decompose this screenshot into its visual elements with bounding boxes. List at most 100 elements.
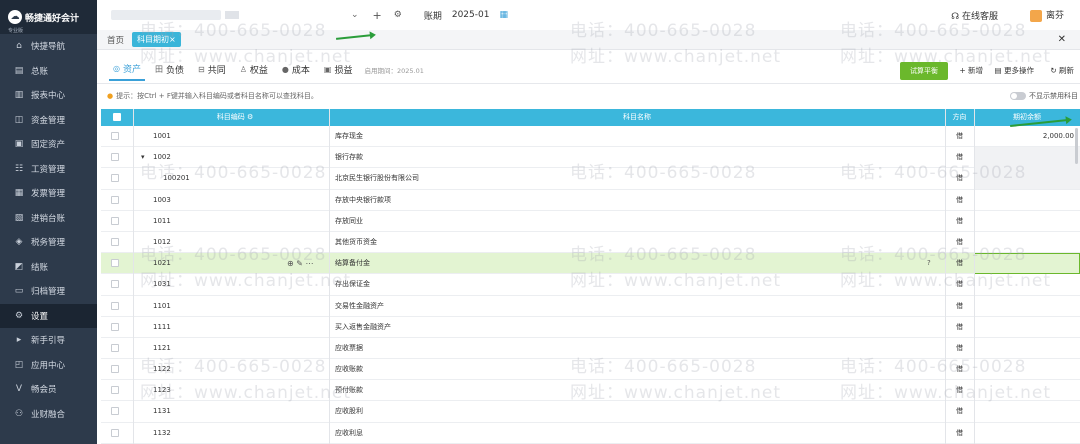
row-checkbox[interactable]: [111, 401, 123, 422]
row-checkbox[interactable]: [111, 380, 123, 401]
row-checkbox[interactable]: [111, 296, 123, 317]
opening-balance[interactable]: [974, 338, 1074, 359]
opening-balance[interactable]: [974, 423, 1074, 444]
row-checkbox[interactable]: [111, 317, 123, 338]
checkbox[interactable]: [111, 365, 119, 374]
tab-type-3[interactable]: ♙ 权益: [236, 59, 272, 80]
vertical-scrollbar[interactable]: [1075, 128, 1078, 164]
opening-balance[interactable]: [974, 380, 1074, 401]
checkbox[interactable]: [111, 259, 119, 268]
checkbox[interactable]: [111, 428, 119, 437]
select-all-checkbox[interactable]: [111, 109, 123, 126]
row-checkbox[interactable]: [111, 423, 123, 444]
table-row[interactable]: 1101 交易性金融资产 借: [101, 296, 1080, 317]
opening-balance[interactable]: [974, 274, 1074, 295]
opening-balance[interactable]: [974, 359, 1074, 380]
table-row[interactable]: 1012 其他货币资金 借: [101, 232, 1080, 254]
refresh-button[interactable]: ↻ 刷新: [1050, 65, 1074, 76]
sidebar-item-15[interactable]: ⚇ 业财融合: [0, 402, 97, 427]
row-checkbox[interactable]: [111, 211, 123, 232]
opening-balance[interactable]: [974, 296, 1074, 317]
sidebar-item-10[interactable]: ▭ 归档管理: [0, 279, 97, 304]
checkbox[interactable]: [111, 153, 119, 162]
sidebar-item-12[interactable]: ▸ 新手引导: [0, 328, 97, 353]
table-row[interactable]: 100201 北京民生银行股份有限公司 借: [101, 168, 1080, 190]
checkbox[interactable]: [111, 174, 119, 183]
row-checkbox[interactable]: [111, 126, 123, 147]
table-row[interactable]: 1121 应收票据 借: [101, 338, 1080, 360]
table-row[interactable]: 1123 预付账款 借: [101, 380, 1080, 402]
checkbox[interactable]: [111, 407, 119, 416]
sidebar-item-5[interactable]: ☷ 工资管理: [0, 157, 97, 182]
balance-input[interactable]: [974, 253, 1080, 275]
checkbox[interactable]: [111, 280, 119, 289]
table-row[interactable]: 1011 存放同业 借: [101, 211, 1080, 232]
online-service-button[interactable]: ☊ 在线客服: [951, 9, 998, 22]
checkbox[interactable]: [111, 386, 119, 395]
row-checkbox[interactable]: [111, 359, 123, 380]
table-row[interactable]: ▾ 1002 银行存款 借: [101, 147, 1080, 169]
chevron-down-icon[interactable]: ⌄: [351, 10, 359, 20]
hide-disabled-toggle[interactable]: 不显示禁用科目: [1010, 91, 1078, 101]
row-action-icons[interactable]: ⊕ ✎ ⋯: [287, 253, 327, 274]
sidebar-item-2[interactable]: ▥ 报表中心: [0, 83, 97, 108]
row-checkbox[interactable]: [111, 232, 123, 253]
expand-toggle[interactable]: ▾: [141, 147, 151, 168]
tab-type-5[interactable]: ▣ 损益: [320, 59, 357, 80]
opening-balance[interactable]: [974, 190, 1074, 211]
checkbox[interactable]: [111, 216, 119, 225]
close-all-icon[interactable]: ✕: [1058, 34, 1066, 45]
tab-type-1[interactable]: 田负债: [151, 59, 188, 80]
row-checkbox[interactable]: [111, 168, 123, 189]
row-checkbox[interactable]: [111, 253, 123, 274]
sidebar-item-14[interactable]: V 畅会员: [0, 377, 97, 402]
checkbox[interactable]: [111, 132, 119, 140]
more-actions-button[interactable]: ▤ 更多操作: [995, 65, 1034, 76]
tab-type-0[interactable]: ◎ 资产: [109, 58, 145, 81]
row-checkbox[interactable]: [111, 338, 123, 359]
sidebar-item-1[interactable]: ▤ 总账: [0, 59, 97, 84]
tab-type-2[interactable]: ⊟ 共同: [194, 59, 230, 80]
table-row[interactable]: 1021 ⊕ ✎ ⋯? 结算备付金借: [101, 253, 1080, 275]
calendar-icon[interactable]: ▦: [499, 10, 508, 20]
add-button[interactable]: + 新增: [959, 65, 983, 76]
checkbox[interactable]: [111, 343, 119, 352]
sidebar-item-0[interactable]: ⌂ 快捷导航: [0, 34, 97, 59]
gear-icon[interactable]: ⚙: [247, 113, 253, 121]
sidebar-item-9[interactable]: ◩ 结账: [0, 255, 97, 280]
toggle-switch[interactable]: [1010, 92, 1026, 100]
sidebar-item-13[interactable]: ◰ 应用中心: [0, 353, 97, 378]
row-checkbox[interactable]: [111, 147, 123, 168]
row-checkbox[interactable]: [111, 190, 123, 211]
opening-balance[interactable]: [974, 317, 1074, 338]
tab-home[interactable]: 首页: [107, 34, 124, 46]
period-value[interactable]: 2025-01: [452, 10, 490, 20]
sidebar-item-4[interactable]: ▣ 固定资产: [0, 132, 97, 157]
sidebar-item-6[interactable]: ▦ 发票管理: [0, 181, 97, 206]
opening-balance[interactable]: [974, 232, 1074, 253]
tab-opening-balance[interactable]: 科目期初×: [132, 32, 181, 47]
table-row[interactable]: 1003 存放中央银行款项 借: [101, 190, 1080, 211]
table-row[interactable]: 1031 存出保证金 借: [101, 274, 1080, 296]
sidebar-item-8[interactable]: ◈ 税务管理: [0, 230, 97, 255]
checkbox[interactable]: [111, 301, 119, 310]
company-selector[interactable]: [111, 10, 221, 20]
table-row[interactable]: 1131 应收股利 借: [101, 401, 1080, 423]
add-icon[interactable]: +: [373, 9, 382, 22]
checkbox[interactable]: [111, 195, 119, 204]
sidebar-item-3[interactable]: ◫ 资金管理: [0, 108, 97, 133]
opening-balance[interactable]: [974, 211, 1074, 232]
table-row[interactable]: 1132 应收利息 借: [101, 423, 1080, 444]
opening-balance[interactable]: 2,000.00: [974, 126, 1074, 147]
table-row[interactable]: 1122 应收账款 借: [101, 359, 1080, 381]
sidebar-item-11[interactable]: ⚙ 设置: [0, 303, 97, 328]
tab-type-4[interactable]: ● 成本: [278, 59, 314, 80]
checkbox[interactable]: [111, 322, 119, 331]
trial-balance-button[interactable]: 试算平衡: [900, 62, 948, 80]
sidebar-item-7[interactable]: ▧ 进销台账: [0, 206, 97, 231]
close-icon[interactable]: ×: [169, 35, 176, 44]
table-row[interactable]: 1111 买入返售金融资产 借: [101, 317, 1080, 338]
user-menu[interactable]: 离芬: [1029, 8, 1064, 22]
table-row[interactable]: 1001 库存现金 借 2,000.00: [101, 126, 1080, 148]
gear-icon[interactable]: ⚙: [394, 10, 402, 20]
